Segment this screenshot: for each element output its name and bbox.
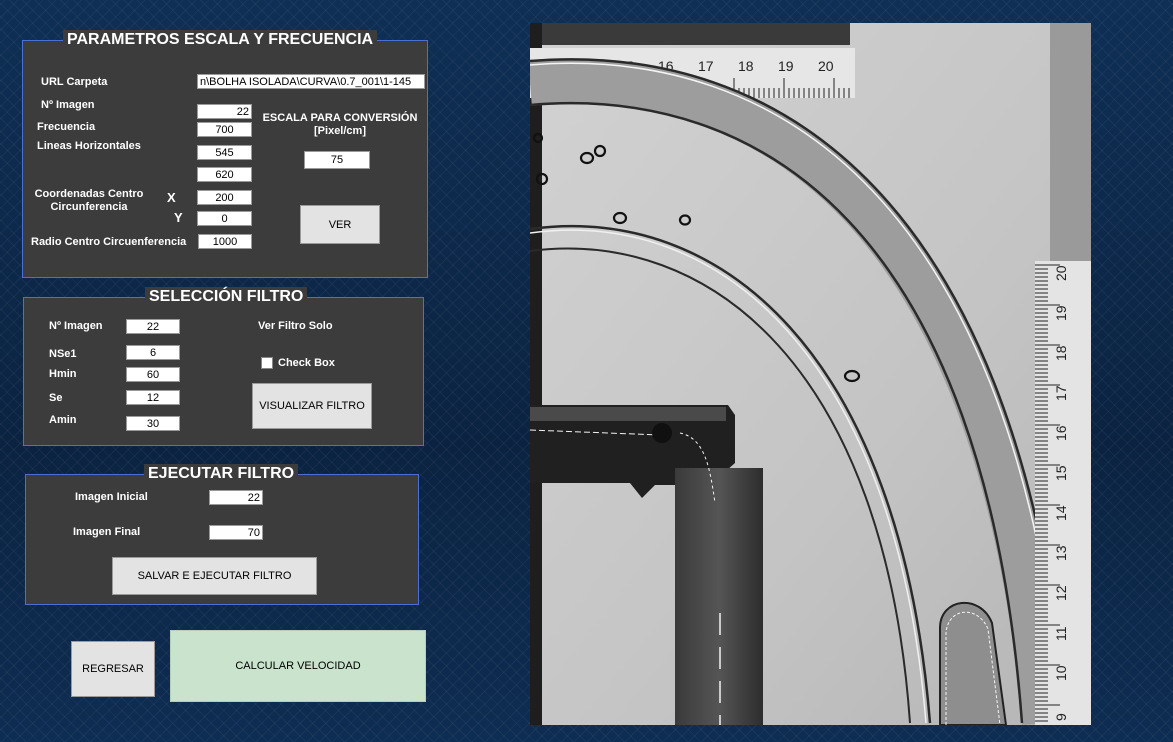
imagen-final-label: Imagen Final — [73, 526, 141, 538]
checkbox-label: Check Box — [278, 357, 335, 369]
y-label: Y — [174, 210, 183, 225]
imagen-inicial-input[interactable] — [209, 490, 263, 505]
x-input[interactable] — [197, 190, 252, 205]
lineas-horizontales-label: Lineas Horizontales — [37, 140, 141, 152]
escala-label-line1: ESCALA PARA CONVERSIÓN — [262, 112, 418, 124]
n-imagen-label: Nº Imagen — [41, 99, 95, 111]
url-carpeta-label: URL Carpeta — [41, 76, 108, 88]
nse1-input[interactable] — [126, 345, 180, 360]
y-input[interactable] — [197, 211, 252, 226]
image-top-strip — [530, 23, 850, 45]
side-ruler-number: 11 — [1053, 626, 1069, 641]
side-ruler-number: 9 — [1053, 713, 1069, 721]
lineas-horizontales-input-2[interactable] — [197, 167, 252, 182]
side-ruler-number: 20 — [1053, 265, 1069, 281]
filtro-n-imagen-label: Nº Imagen — [49, 320, 103, 332]
visualizar-filtro-button[interactable]: VISUALIZAR FILTRO — [252, 383, 372, 429]
ver-button[interactable]: VER — [300, 205, 380, 244]
top-ruler-number: 19 — [778, 58, 794, 74]
frecuencia-input[interactable] — [197, 122, 252, 137]
params-panel-title: PARAMETROS ESCALA Y FRECUENCIA — [63, 30, 378, 50]
amin-input[interactable] — [126, 416, 180, 431]
side-ruler-number: 13 — [1053, 545, 1069, 561]
side-ruler-number: 14 — [1053, 505, 1069, 521]
side-ruler-number: 17 — [1053, 385, 1069, 401]
ver-filtro-solo-label: Ver Filtro Solo — [258, 320, 333, 332]
escala-label: ESCALA PARA CONVERSIÓN [Pixel/cm] — [255, 112, 425, 138]
filtro-n-imagen-input[interactable] — [126, 319, 180, 334]
salvar-ejecutar-button[interactable]: SALVAR E EJECUTAR FILTRO — [112, 557, 317, 595]
se-label: Se — [49, 392, 63, 404]
x-label: X — [167, 190, 176, 205]
url-carpeta-input[interactable] — [197, 74, 425, 89]
side-ruler: 20 19 18 17 16 15 14 13 12 11 10 9 — [1035, 261, 1091, 725]
escala-input[interactable] — [304, 151, 370, 169]
bubble-image: 13 14 15 16 17 18 19 20 20191817161514131 — [530, 23, 1091, 725]
coordenadas-label-line1: Coordenadas Centro — [34, 188, 144, 200]
ejecutar-panel: EJECUTAR FILTRO Imagen Inicial Imagen Fi… — [25, 464, 419, 605]
nse1-label: NSe1 — [49, 348, 77, 360]
imagen-inicial-label: Imagen Inicial — [75, 491, 148, 503]
se-input[interactable] — [126, 390, 180, 405]
regresar-button[interactable]: REGRESAR — [71, 641, 155, 697]
hmin-label: Hmin — [49, 368, 77, 380]
frecuencia-label: Frecuencia — [37, 121, 96, 133]
bubble-image-viewer: 13 14 15 16 17 18 19 20 20 19 18 17 16 15 14 13 1 — [530, 23, 1091, 725]
image-left-edge — [530, 23, 542, 725]
coordenadas-label: Coordenadas Centro Circunferencia — [29, 188, 149, 214]
image-right-column — [1050, 23, 1091, 263]
side-ruler-number: 19 — [1053, 305, 1069, 321]
top-ruler-number: 17 — [698, 58, 714, 74]
calcular-velocidad-button[interactable]: CALCULAR VELOCIDAD — [170, 630, 426, 702]
hmin-input[interactable] — [126, 367, 180, 382]
n-imagen-input[interactable] — [197, 104, 252, 119]
top-ruler-number: 18 — [738, 58, 754, 74]
radio-label: Radio Centro Circuenferencia — [31, 236, 187, 248]
radio-input[interactable] — [198, 234, 252, 249]
top-ruler-number: 20 — [818, 58, 834, 74]
ver-filtro-checkbox[interactable] — [261, 357, 273, 369]
ejecutar-panel-title: EJECUTAR FILTRO — [144, 464, 299, 484]
side-ruler-number: 18 — [1053, 345, 1069, 361]
side-ruler-number: 12 — [1053, 585, 1069, 601]
lineas-horizontales-input-1[interactable] — [197, 145, 252, 160]
side-ruler-number: 10 — [1053, 665, 1069, 681]
imagen-final-input[interactable] — [209, 525, 263, 540]
filtro-panel: SELECCIÓN FILTRO Nº Imagen Ver Filtro So… — [23, 287, 424, 446]
amin-label: Amin — [49, 414, 77, 426]
filtro-panel-title: SELECCIÓN FILTRO — [145, 287, 308, 307]
image-background — [530, 23, 1091, 725]
escala-label-line2: [Pixel/cm] — [314, 125, 366, 137]
coordenadas-label-line2: Circunferencia — [50, 201, 128, 213]
side-ruler-number: 15 — [1053, 465, 1069, 481]
params-panel: PARAMETROS ESCALA Y FRECUENCIA URL Carpe… — [22, 30, 428, 278]
side-ruler-number: 16 — [1053, 425, 1069, 441]
